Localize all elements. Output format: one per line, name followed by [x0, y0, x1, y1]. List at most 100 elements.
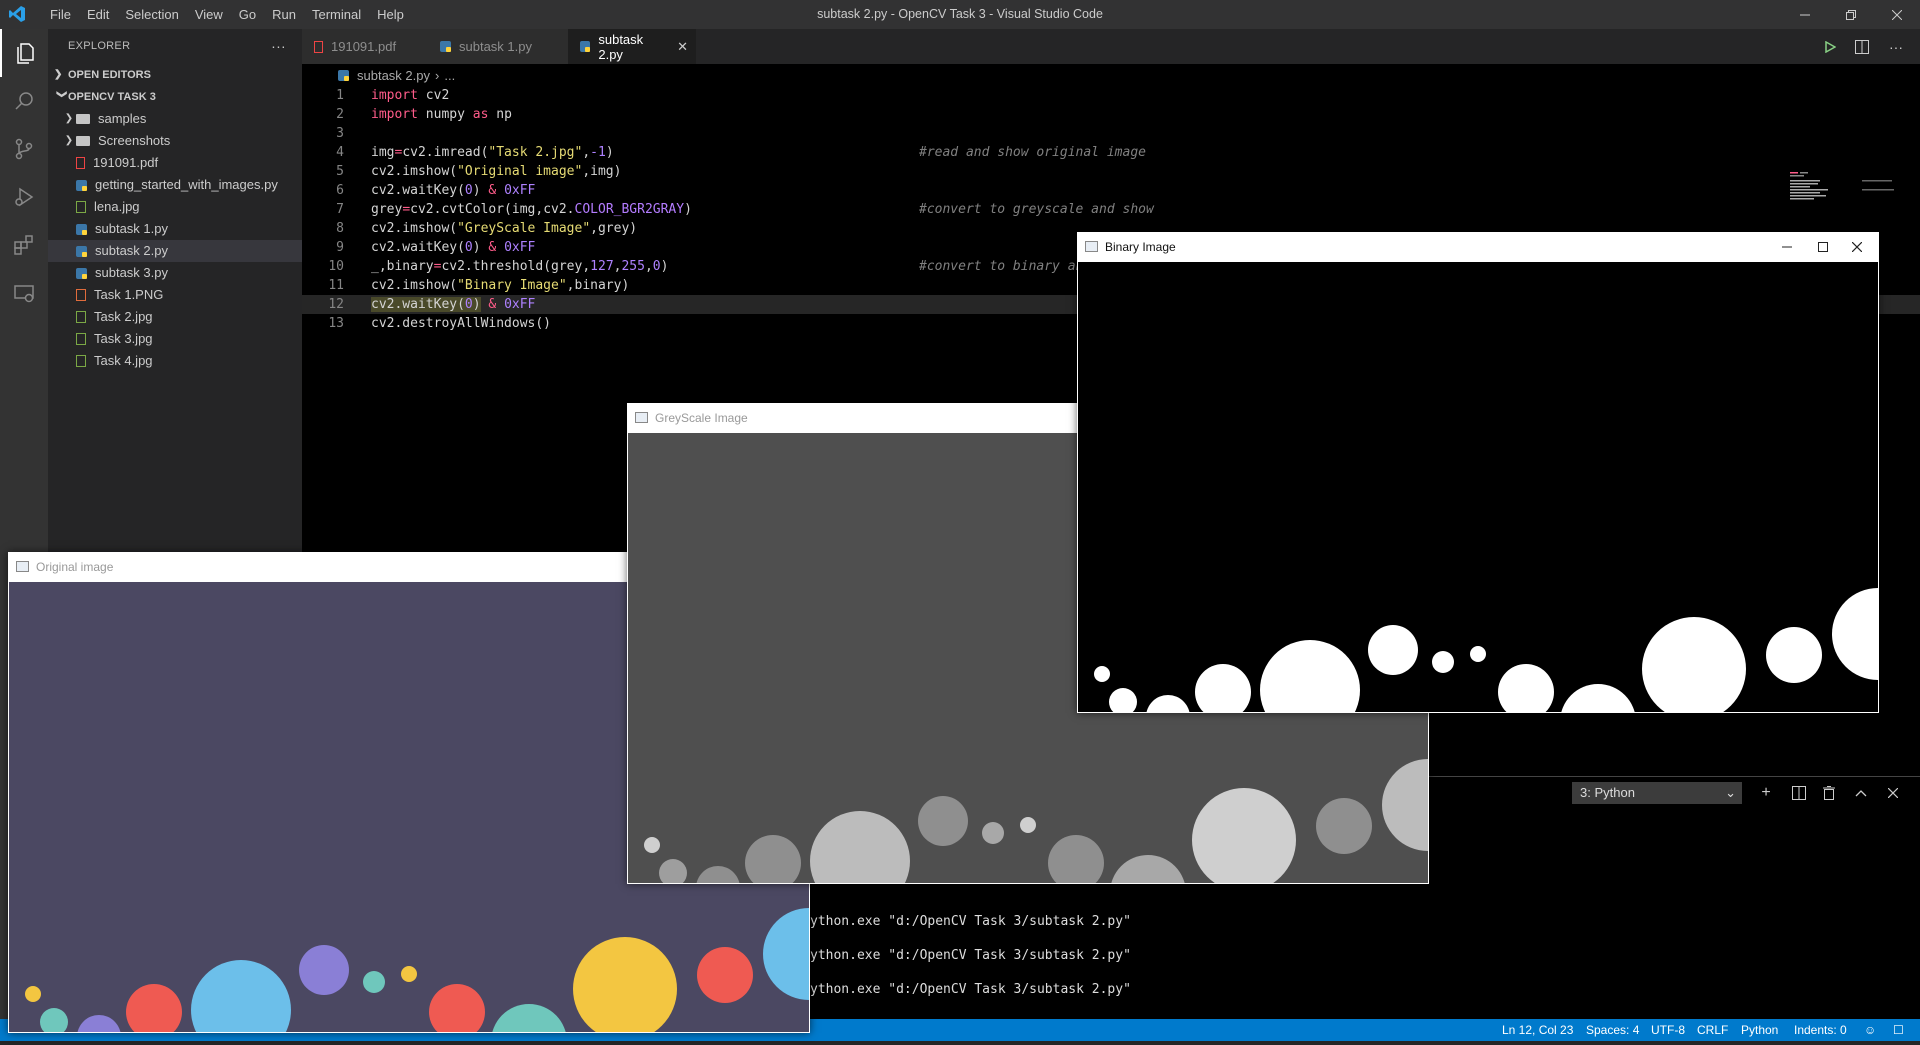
file-tree-item[interactable]: Task 3.jpg: [48, 328, 302, 350]
code-text: cv2.waitKey(0) & 0xFF: [371, 240, 536, 255]
line-number: 12: [328, 297, 344, 312]
menu-selection[interactable]: Selection: [117, 7, 186, 22]
indentation-status[interactable]: Spaces: 4: [1586, 1019, 1639, 1041]
new-terminal-button[interactable]: +: [1755, 782, 1777, 804]
maximize-panel-button[interactable]: [1850, 782, 1872, 804]
code-comment: #convert to greyscale and show: [919, 202, 1154, 217]
breadcrumb-symbols[interactable]: ...: [444, 68, 455, 83]
workspace-section[interactable]: ❯ OPENCV TASK 3: [48, 86, 302, 108]
file-tree-item[interactable]: 191091.pdf: [48, 152, 302, 174]
debug-icon: [15, 187, 34, 207]
minimize-button[interactable]: [1767, 234, 1807, 260]
file-tree-label: subtask 1.py: [95, 221, 168, 236]
chevron-right-icon: ❯: [54, 69, 63, 80]
tab-191091-pdf[interactable]: 191091.pdf: [302, 29, 428, 64]
file-tree-item[interactable]: Task 2.jpg: [48, 306, 302, 328]
split-editor-button[interactable]: [1848, 29, 1876, 64]
close-tab-icon[interactable]: ✕: [677, 39, 688, 55]
menu-run[interactable]: Run: [264, 7, 304, 22]
image-file-icon: [76, 333, 86, 345]
close-icon: [1892, 9, 1902, 20]
terminal-select[interactable]: 3: Python ⌄: [1572, 782, 1742, 804]
window-title: Original image: [36, 560, 114, 574]
file-tree-item[interactable]: subtask 3.py: [48, 262, 302, 284]
file-tree-item[interactable]: Task 4.jpg: [48, 350, 302, 372]
language-mode[interactable]: Python: [1741, 1019, 1778, 1041]
code-text: cv2.imshow("Binary Image",binary): [371, 278, 630, 293]
indents-status[interactable]: Indents: 0: [1794, 1019, 1847, 1041]
source-control-activity-button[interactable]: [0, 125, 48, 173]
image-file-icon: [76, 355, 86, 367]
more-actions-icon[interactable]: ···: [271, 29, 286, 64]
close-panel-button[interactable]: [1882, 782, 1904, 804]
code-line: 1 import cv2: [302, 86, 1920, 105]
minimap[interactable]: [1790, 172, 1900, 202]
bell-icon[interactable]: ☐: [1893, 1019, 1904, 1041]
binary-image-titlebar[interactable]: Binary Image: [1077, 232, 1879, 262]
menu-file[interactable]: File: [42, 7, 79, 22]
file-tree-item[interactable]: Task 1.PNG: [48, 284, 302, 306]
menu-view[interactable]: View: [187, 7, 231, 22]
close-window-button[interactable]: [1874, 0, 1920, 29]
file-tree-item[interactable]: ❯ Screenshots: [48, 130, 302, 152]
split-terminal-icon: [1792, 786, 1806, 800]
file-tree-item[interactable]: subtask 1.py: [48, 218, 302, 240]
menu-terminal[interactable]: Terminal: [304, 7, 369, 22]
restore-button[interactable]: [1828, 0, 1874, 29]
python-file-icon: [76, 179, 87, 191]
run-file-button[interactable]: [1816, 29, 1844, 64]
minimize-button[interactable]: [1782, 0, 1828, 29]
search-activity-button[interactable]: [0, 77, 48, 125]
eol-status[interactable]: CRLF: [1697, 1019, 1728, 1041]
binary-image-window[interactable]: Binary Image: [1077, 232, 1879, 713]
tab-subtask-1[interactable]: subtask 1.py: [428, 29, 568, 64]
play-icon: [1825, 40, 1836, 53]
explorer-activity-button[interactable]: [0, 29, 50, 77]
kill-terminal-button[interactable]: [1818, 782, 1840, 804]
open-editors-section[interactable]: ❯ OPEN EDITORS: [48, 64, 302, 86]
close-button[interactable]: [1837, 234, 1877, 260]
source-control-icon: [15, 138, 33, 160]
menu-help[interactable]: Help: [369, 7, 412, 22]
tab-label: subtask 1.py: [459, 39, 532, 54]
file-tree-item[interactable]: ❯ samples: [48, 108, 302, 130]
menu-go[interactable]: Go: [231, 7, 264, 22]
chevron-up-icon: [1855, 790, 1867, 797]
taskbar-strip: [0, 1041, 1920, 1045]
python-file-icon: [76, 245, 87, 257]
breadcrumb-file[interactable]: subtask 2.py: [357, 68, 430, 83]
file-tree-item[interactable]: lena.jpg: [48, 196, 302, 218]
run-debug-activity-button[interactable]: [0, 173, 48, 221]
remote-explorer-activity-button[interactable]: [0, 269, 48, 317]
app-window-icon: [1085, 241, 1098, 252]
tab-label: subtask 2.py: [598, 31, 644, 62]
extensions-activity-button[interactable]: [0, 221, 48, 269]
line-number: 6: [336, 183, 344, 198]
line-number: 3: [336, 126, 344, 141]
terminal-select-value: 3: Python: [1580, 785, 1635, 800]
tab-label: 191091.pdf: [331, 39, 397, 54]
chevron-right-icon: ❯: [64, 113, 74, 124]
code-line: 7 grey=cv2.cvtColor(img,cv2.COLOR_BGR2GRA…: [302, 200, 1920, 219]
workspace-label: OPENCV TASK 3: [68, 91, 156, 103]
file-tree-item[interactable]: subtask 2.py: [48, 240, 302, 262]
more-editor-actions-button[interactable]: ···: [1882, 29, 1910, 64]
file-tree-item[interactable]: getting_started_with_images.py: [48, 174, 302, 196]
tab-subtask-2[interactable]: subtask 2.py ✕: [568, 29, 696, 64]
code-comment: #convert to binary an: [919, 259, 1084, 274]
file-tree-label: subtask 2.py: [95, 243, 168, 258]
chevron-right-icon: ❯: [64, 135, 74, 146]
line-number: 4: [336, 145, 344, 160]
line-number: 5: [336, 164, 344, 179]
app-window-icon: [16, 561, 29, 572]
split-terminal-button[interactable]: [1788, 782, 1810, 804]
file-tree-label: Task 4.jpg: [94, 353, 153, 368]
encoding-status[interactable]: UTF-8: [1651, 1019, 1685, 1041]
window-title: GreyScale Image: [655, 411, 748, 425]
file-tree-label: lena.jpg: [94, 199, 140, 214]
python-file-icon: [440, 41, 451, 52]
menu-edit[interactable]: Edit: [79, 7, 117, 22]
feedback-icon[interactable]: ☺: [1864, 1019, 1876, 1041]
cursor-position[interactable]: Ln 12, Col 23: [1502, 1019, 1573, 1041]
code-text: import numpy as np: [371, 107, 512, 122]
